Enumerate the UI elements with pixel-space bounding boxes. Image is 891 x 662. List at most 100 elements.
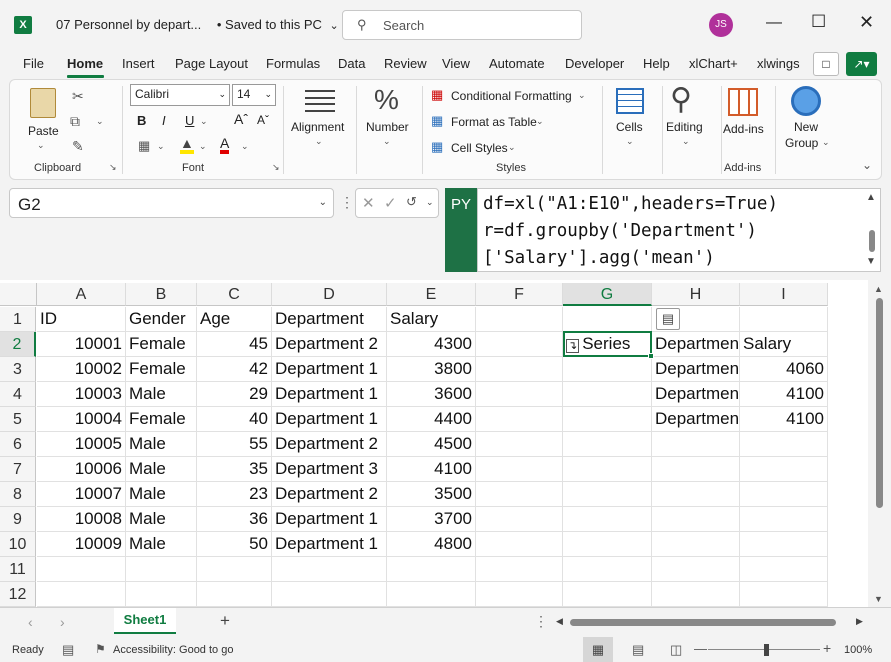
cell-c7[interactable]: 35 [197, 457, 272, 482]
row-header-9[interactable]: 9 [0, 507, 36, 532]
column-header-f[interactable]: F [476, 283, 563, 306]
fill-color-icon[interactable]: ▲ [180, 136, 194, 154]
column-header-c[interactable]: C [197, 283, 272, 306]
cell-b1[interactable]: Gender [126, 307, 197, 332]
python-output-card-icon[interactable]: ▤ [656, 308, 680, 330]
row-header-3[interactable]: 3 [0, 357, 36, 382]
cell-a5[interactable]: 10004 [37, 407, 126, 432]
font-size-select[interactable]: 14 ⌄ [232, 84, 276, 106]
cell-g8[interactable] [563, 482, 652, 507]
formula-input[interactable]: df=xl("A1:E10",headers=True) r=df.groupby… [477, 188, 881, 272]
cell-a4[interactable]: 10003 [37, 382, 126, 407]
cell-e10[interactable]: 4800 [387, 532, 476, 557]
cell-h4[interactable]: Departmen [652, 382, 740, 407]
tab-xlchart[interactable]: xlChart+ [689, 56, 738, 71]
document-title[interactable]: 07 Personnel by depart... • Saved to thi… [56, 17, 339, 32]
cell-d11[interactable] [272, 557, 387, 582]
cell-c6[interactable]: 55 [197, 432, 272, 457]
cell-b11[interactable] [126, 557, 197, 582]
cell-f5[interactable] [476, 407, 563, 432]
cell-a8[interactable]: 10007 [37, 482, 126, 507]
cell-i3[interactable]: 4060 [740, 357, 828, 382]
chevron-down-icon[interactable]: ⌄ [536, 116, 544, 127]
chevron-down-icon[interactable]: ⌄ [200, 116, 208, 127]
cell-f12[interactable] [476, 582, 563, 607]
chevron-down-icon[interactable]: ▼ [866, 256, 876, 267]
cell-h7[interactable] [652, 457, 740, 482]
cell-c4[interactable]: 29 [197, 382, 272, 407]
cell-i10[interactable] [740, 532, 828, 557]
cell-d7[interactable]: Department 3 [272, 457, 387, 482]
cells-button[interactable]: Cells [616, 120, 643, 134]
font-color-icon[interactable]: A [220, 136, 230, 154]
cell-a11[interactable] [37, 557, 126, 582]
dialog-launcher-icon[interactable]: ↘ [109, 162, 117, 173]
add-sheet-icon[interactable]: + [220, 611, 230, 631]
cell-h3[interactable]: Departmen [652, 357, 740, 382]
cells-icon[interactable] [616, 88, 644, 114]
decrease-font-icon[interactable]: Aˇ [257, 113, 269, 127]
editing-button[interactable]: Editing [666, 120, 703, 134]
maximize-icon[interactable]: ☐ [811, 12, 826, 32]
page-layout-view-icon[interactable]: ▤ [632, 642, 644, 658]
column-header-a[interactable]: A [37, 283, 126, 306]
scroll-down-icon[interactable]: ▼ [874, 594, 883, 604]
row-header-1[interactable]: 1 [0, 307, 36, 332]
tab-help[interactable]: Help [643, 56, 670, 71]
cell-g6[interactable] [563, 432, 652, 457]
chevron-down-icon[interactable]: ⌄ [241, 141, 249, 152]
cell-g4[interactable] [563, 382, 652, 407]
search-box[interactable]: ⚲ Search [342, 10, 582, 40]
cell-g5[interactable] [563, 407, 652, 432]
column-header-e[interactable]: E [387, 283, 476, 306]
cell-i6[interactable] [740, 432, 828, 457]
chevron-down-icon[interactable]: ⌄ [626, 136, 634, 147]
collapse-ribbon-icon[interactable]: ⌄ [862, 158, 872, 172]
cell-a9[interactable]: 10008 [37, 507, 126, 532]
more-icon[interactable]: ⋮ [340, 194, 354, 211]
cell-e7[interactable]: 4100 [387, 457, 476, 482]
scroll-thumb[interactable] [876, 298, 883, 508]
tab-insert[interactable]: Insert [122, 56, 155, 71]
borders-icon[interactable]: ▦ [138, 138, 150, 154]
next-sheet-icon[interactable]: › [60, 614, 65, 630]
cell-h9[interactable] [652, 507, 740, 532]
cell-g9[interactable] [563, 507, 652, 532]
cut-icon[interactable]: ✂ [72, 88, 84, 105]
cell-h12[interactable] [652, 582, 740, 607]
chevron-down-icon[interactable]: ⌄ [508, 142, 516, 153]
cell-f7[interactable] [476, 457, 563, 482]
cell-f8[interactable] [476, 482, 563, 507]
cell-f6[interactable] [476, 432, 563, 457]
new-group-line1[interactable]: New [794, 120, 818, 134]
row-header-5[interactable]: 5 [0, 407, 36, 432]
minimize-icon[interactable]: — [766, 14, 782, 32]
copy-icon[interactable]: ⧉ [70, 113, 80, 130]
cell-i5[interactable]: 4100 [740, 407, 828, 432]
cell-c10[interactable]: 50 [197, 532, 272, 557]
column-header-g[interactable]: G [563, 283, 652, 306]
cell-d1[interactable]: Department [272, 307, 387, 332]
tab-file[interactable]: File [23, 56, 44, 71]
cell-i12[interactable] [740, 582, 828, 607]
cell-e5[interactable]: 4400 [387, 407, 476, 432]
cell-c1[interactable]: Age [197, 307, 272, 332]
cell-b7[interactable]: Male [126, 457, 197, 482]
cell-e4[interactable]: 3600 [387, 382, 476, 407]
addins-icon[interactable] [728, 88, 758, 116]
cell-c3[interactable]: 42 [197, 357, 272, 382]
cell-a6[interactable]: 10005 [37, 432, 126, 457]
cell-b6[interactable]: Male [126, 432, 197, 457]
column-header-b[interactable]: B [126, 283, 197, 306]
tab-review[interactable]: Review [384, 56, 427, 71]
cell-d8[interactable]: Department 2 [272, 482, 387, 507]
chevron-down-icon[interactable]: ⌄ [96, 116, 104, 127]
cell-d9[interactable]: Department 1 [272, 507, 387, 532]
cell-g3[interactable] [563, 357, 652, 382]
chevron-down-icon[interactable]: ⌄ [578, 90, 586, 101]
row-header-8[interactable]: 8 [0, 482, 36, 507]
alignment-icon[interactable] [305, 90, 335, 112]
cell-e6[interactable]: 4500 [387, 432, 476, 457]
cell-i7[interactable] [740, 457, 828, 482]
cell-b12[interactable] [126, 582, 197, 607]
